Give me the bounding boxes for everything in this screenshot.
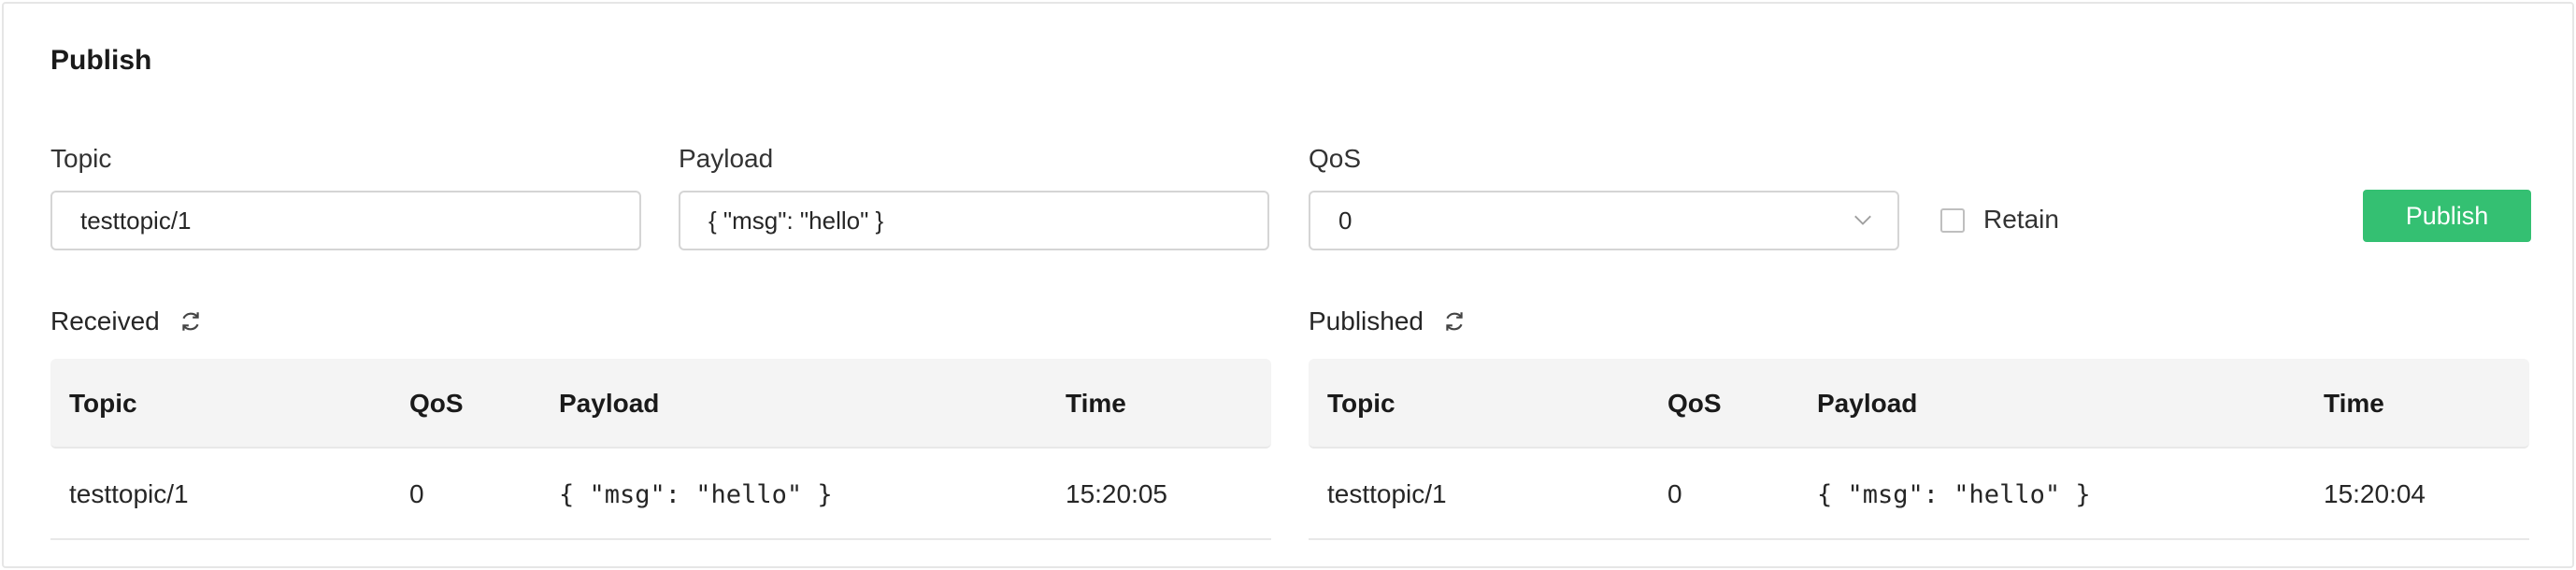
publish-panel: Publish Topic testtopic/1 Payload { "msg… [2,2,2574,568]
qos-select-value: 0 [1338,206,1352,235]
cell-topic: testtopic/1 [1327,479,1447,508]
table-header: Topic QoS Payload Time [1309,359,2529,449]
cell-qos: 0 [409,479,424,508]
topic-label: Topic [50,144,112,173]
cell-payload: { "msg": "hello" } [1817,479,2091,509]
cell-qos: 0 [1667,479,1682,508]
table-header: Topic QoS Payload Time [50,359,1271,449]
table-row: testtopic/1 0 { "msg": "hello" } 15:20:0… [1309,449,2529,540]
cell-topic: testtopic/1 [69,479,189,508]
chevron-down-icon [1854,215,1871,225]
topic-input[interactable]: testtopic/1 [50,191,641,250]
column-header-payload: Payload [559,389,660,418]
retain-checkbox[interactable] [1940,208,1965,233]
published-label: Published [1309,306,1424,335]
qos-select[interactable]: 0 [1309,191,1899,250]
column-header-payload: Payload [1817,389,1918,418]
payload-input-value: { "msg": "hello" } [708,206,884,235]
received-label: Received [50,306,160,335]
qos-label: QoS [1309,144,1362,173]
column-header-topic: Topic [1327,389,1395,418]
cell-time: 15:20:04 [2324,479,2426,508]
cell-payload: { "msg": "hello" } [559,479,833,509]
received-heading: Received [50,306,203,336]
column-header-qos: QoS [1667,389,1722,418]
panel-title: Publish [50,45,152,76]
refresh-icon[interactable] [179,309,203,334]
column-header-topic: Topic [69,389,137,418]
table-row: testtopic/1 0 { "msg": "hello" } 15:20:0… [50,449,1271,540]
received-table: Topic QoS Payload Time testtopic/1 0 { "… [50,359,1271,540]
publish-button[interactable]: Publish [2363,190,2531,242]
cell-time: 15:20:05 [1066,479,1167,508]
payload-label: Payload [679,144,774,173]
published-heading: Published [1309,306,1467,336]
payload-input[interactable]: { "msg": "hello" } [679,191,1269,250]
published-table: Topic QoS Payload Time testtopic/1 0 { "… [1309,359,2529,540]
column-header-qos: QoS [409,389,464,418]
refresh-icon[interactable] [1442,309,1467,334]
topic-input-value: testtopic/1 [80,206,192,235]
retain-label[interactable]: Retain [1983,205,2059,235]
column-header-time: Time [2324,389,2384,418]
column-header-time: Time [1066,389,1126,418]
